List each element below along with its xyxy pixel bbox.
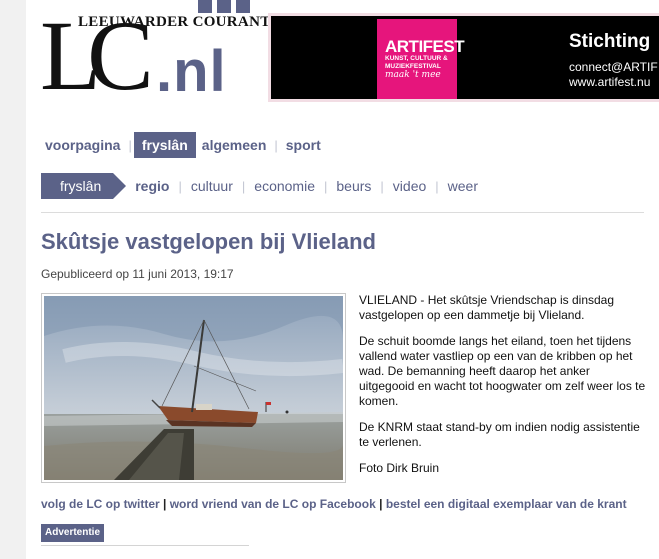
nav-voorpagina[interactable]: voorpagina xyxy=(40,132,126,158)
subnav-weer[interactable]: weer xyxy=(439,173,487,199)
banner-url: www.artifest.nu xyxy=(569,75,651,89)
nav-fryslan[interactable]: fryslân xyxy=(133,132,196,158)
article-title: Skûtsje vastgelopen bij Vlieland xyxy=(41,229,376,254)
subnav-cultuur[interactable]: cultuur xyxy=(182,173,242,199)
article-paragraph: VLIELAND - Het skûtsje Vriendschap is di… xyxy=(359,293,615,322)
artifest-banner[interactable]: ARTIFEST KUNST, CULTUUR & MUZIEKFESTIVAL… xyxy=(268,13,659,102)
article-photo[interactable] xyxy=(41,293,346,483)
banner-email: connect@ARTIF xyxy=(569,60,658,74)
twitter-link[interactable]: volg de LC op twitter xyxy=(41,497,160,511)
logo-bars xyxy=(198,0,258,13)
divider xyxy=(41,212,644,213)
page: LEEUWARDER COURANT LC .nl ARTIFEST KUNST… xyxy=(26,0,659,559)
main-nav: voorpagina | fryslân algemeen | sport xyxy=(40,132,327,158)
social-links: volg de LC op twitter | word vriend van … xyxy=(41,497,627,511)
nav-algemeen[interactable]: algemeen xyxy=(196,132,273,158)
logo-domain: .nl xyxy=(156,39,227,104)
nav-sport[interactable]: sport xyxy=(280,132,327,158)
subnav-video[interactable]: video xyxy=(384,173,435,199)
skutsje-photo xyxy=(44,296,343,480)
facebook-link[interactable]: word vriend van de LC op Facebook xyxy=(170,497,376,511)
article-body: VLIELAND - Het skûtsje Vriendschap is di… xyxy=(359,293,647,487)
banner-contact: Stichting connect@ARTIF www.artifest.nu xyxy=(569,30,658,90)
article-paragraph: De KNRM staat stand-by om indien nodig a… xyxy=(359,420,640,449)
advertisement-label: Advertentie xyxy=(41,524,105,542)
article-paragraph: De schuit boomde langs het eiland, toen … xyxy=(359,334,646,408)
subnav-regio[interactable]: regio xyxy=(127,173,178,199)
logo-lc: LC xyxy=(40,0,154,111)
photo-credit: Foto Dirk Bruin xyxy=(359,461,440,475)
ad-divider xyxy=(41,545,249,546)
published-date: Gepubliceerd op 11 juni 2013, 19:17 xyxy=(41,267,234,281)
digital-edition-link[interactable]: bestel een digitaal exemplaar van de kra… xyxy=(386,497,627,511)
subnav-economie[interactable]: economie xyxy=(245,173,324,199)
section-tag[interactable]: fryslân xyxy=(41,173,127,199)
sub-nav: fryslân regio | cultuur | economie | beu… xyxy=(41,173,487,199)
lc-logo[interactable]: LEEUWARDER COURANT LC .nl xyxy=(40,0,270,111)
artifest-logo: ARTIFEST KUNST, CULTUUR & MUZIEKFESTIVAL… xyxy=(377,19,465,99)
banner-title: Stichting xyxy=(569,31,651,52)
subnav-beurs[interactable]: beurs xyxy=(327,173,380,199)
